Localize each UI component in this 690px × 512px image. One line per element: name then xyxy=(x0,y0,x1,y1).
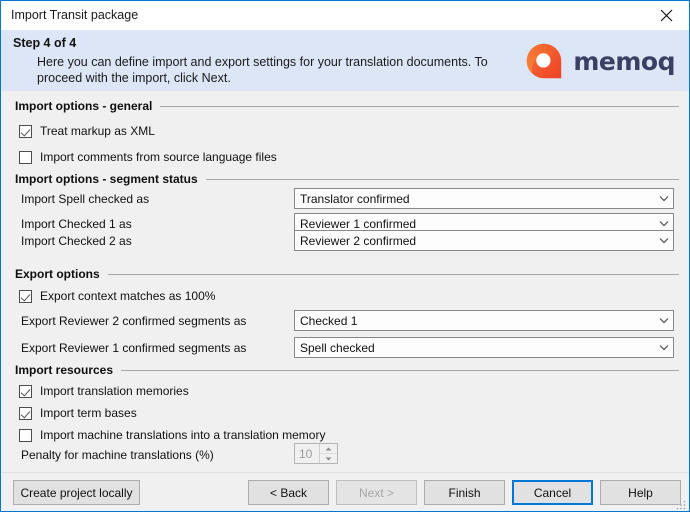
checkbox-label: Export context matches as 100% xyxy=(40,289,215,303)
wizard-banner: Step 4 of 4 Here you can define import a… xyxy=(1,30,689,91)
penalty-stepper[interactable]: 10 xyxy=(294,443,338,464)
group-divider xyxy=(206,179,679,180)
combo-value: Spell checked xyxy=(295,341,655,355)
group-header-import-general: Import options - general xyxy=(15,99,679,113)
checkbox-import-term-bases[interactable]: Import term bases xyxy=(19,406,137,420)
checkbox-box[interactable] xyxy=(19,125,32,138)
checkbox-box[interactable] xyxy=(19,290,32,303)
import-transit-package-dialog: Import Transit package Step 4 of 4 Here … xyxy=(0,0,690,512)
finish-button[interactable]: Finish xyxy=(424,480,505,505)
wizard-step-label: Step 4 of 4 xyxy=(13,36,76,50)
chevron-down-icon[interactable] xyxy=(655,231,673,250)
dialog-body: Import options - general Treat markup as… xyxy=(1,91,689,472)
group-title: Export options xyxy=(15,267,108,281)
create-project-locally-button[interactable]: Create project locally xyxy=(13,480,140,505)
group-header-import-resources: Import resources xyxy=(15,363,679,377)
next-button: Next > xyxy=(336,480,417,505)
chevron-down-icon[interactable] xyxy=(655,189,673,208)
group-divider xyxy=(108,274,679,275)
group-header-segment-status: Import options - segment status xyxy=(15,172,679,186)
combo-export-reviewer-1-confirmed[interactable]: Spell checked xyxy=(294,337,674,358)
checkbox-label: Treat markup as XML xyxy=(40,124,155,138)
combo-value: Reviewer 2 confirmed xyxy=(295,234,655,248)
memoq-logo: memoq xyxy=(525,42,675,80)
checkbox-treat-markup-as-xml[interactable]: Treat markup as XML xyxy=(19,124,155,138)
stepper-down-icon[interactable] xyxy=(320,454,337,463)
penalty-value[interactable]: 10 xyxy=(295,444,319,463)
group-divider xyxy=(121,370,679,371)
group-header-export-options: Export options xyxy=(15,267,679,281)
combo-export-reviewer-2-confirmed[interactable]: Checked 1 xyxy=(294,310,674,331)
back-button[interactable]: < Back xyxy=(248,480,329,505)
checkbox-box[interactable] xyxy=(19,385,32,398)
checkbox-import-comments-from-source[interactable]: Import comments from source language fil… xyxy=(19,150,277,164)
combo-value: Reviewer 1 confirmed xyxy=(295,217,655,231)
resize-grip-icon[interactable] xyxy=(676,500,686,510)
label-import-checked-1-as: Import Checked 1 as xyxy=(21,217,132,231)
checkbox-box[interactable] xyxy=(19,429,32,442)
combo-value: Translator confirmed xyxy=(295,192,655,206)
group-divider xyxy=(160,106,679,107)
chevron-down-icon[interactable] xyxy=(655,311,673,330)
stepper-up-icon[interactable] xyxy=(320,444,337,454)
stepper-buttons[interactable] xyxy=(319,444,337,463)
checkbox-box[interactable] xyxy=(19,151,32,164)
label-import-checked-2-as: Import Checked 2 as xyxy=(21,234,132,248)
close-button[interactable] xyxy=(644,1,689,30)
checkbox-label: Import machine translations into a trans… xyxy=(40,428,325,442)
chevron-down-icon[interactable] xyxy=(655,338,673,357)
checkbox-label: Import translation memories xyxy=(40,384,189,398)
group-title: Import resources xyxy=(15,363,121,377)
close-icon xyxy=(660,9,673,22)
title-bar: Import Transit package xyxy=(1,1,689,30)
dialog-footer: Create project locally < Back Next > Fin… xyxy=(1,472,689,512)
label-penalty-for-machine-translations: Penalty for machine translations (%) xyxy=(21,448,214,462)
combo-import-checked-2-as[interactable]: Reviewer 2 confirmed xyxy=(294,230,674,251)
memoq-wordmark: memoq xyxy=(573,47,675,76)
checkbox-label: Import comments from source language fil… xyxy=(40,150,277,164)
help-button[interactable]: Help xyxy=(600,480,681,505)
checkbox-import-translation-memories[interactable]: Import translation memories xyxy=(19,384,189,398)
wizard-description: Here you can define import and export se… xyxy=(37,54,507,86)
checkbox-box[interactable] xyxy=(19,407,32,420)
label-export-reviewer-1-confirmed: Export Reviewer 1 confirmed segments as xyxy=(21,341,246,355)
checkbox-export-context-matches-as-100[interactable]: Export context matches as 100% xyxy=(19,289,215,303)
checkbox-label: Import term bases xyxy=(40,406,137,420)
checkbox-import-machine-translations[interactable]: Import machine translations into a trans… xyxy=(19,428,325,442)
combo-value: Checked 1 xyxy=(295,314,655,328)
window-title: Import Transit package xyxy=(11,8,138,22)
label-import-spell-checked-as: Import Spell checked as xyxy=(21,192,149,206)
label-export-reviewer-2-confirmed: Export Reviewer 2 confirmed segments as xyxy=(21,314,246,328)
memoq-logo-icon xyxy=(525,42,563,80)
combo-import-spell-checked-as[interactable]: Translator confirmed xyxy=(294,188,674,209)
group-title: Import options - general xyxy=(15,99,160,113)
cancel-button[interactable]: Cancel xyxy=(512,480,593,505)
group-title: Import options - segment status xyxy=(15,172,206,186)
